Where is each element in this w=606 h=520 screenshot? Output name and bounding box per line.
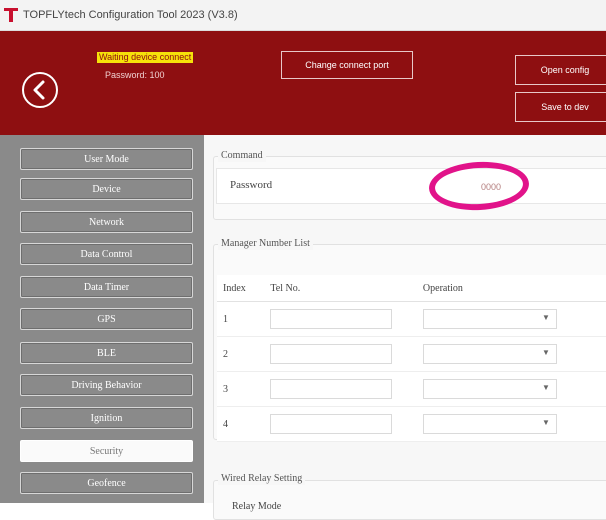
row-index: 4 <box>217 406 265 442</box>
password-status: Password: 100 <box>105 70 165 80</box>
password-label: Password <box>230 179 273 191</box>
sidebar-item-gps[interactable]: GPS <box>20 308 193 330</box>
operation-select[interactable]: ▼ <box>422 344 557 364</box>
sidebar-item-data-control[interactable]: Data Control <box>20 243 193 265</box>
app-header: Waiting device connect Password: 100 Cha… <box>0 31 606 135</box>
column-header-tel: Tel No. <box>264 275 417 302</box>
operation-select[interactable]: ▼ <box>422 379 557 399</box>
table-header-row: Index Tel No. Operation <box>217 275 606 302</box>
table-row: 3 ▼ <box>217 371 606 407</box>
chevron-down-icon: ▼ <box>541 313 550 322</box>
wired-relay-group <box>213 480 606 520</box>
row-index: 2 <box>217 336 265 372</box>
tel-input[interactable] <box>270 344 393 364</box>
back-button[interactable] <box>22 72 58 108</box>
sidebar-item-device[interactable]: Device <box>20 178 193 200</box>
change-port-button[interactable]: Change connect port <box>281 51 413 79</box>
manager-number-legend: Manager Number List <box>218 238 313 250</box>
app-logo-icon <box>4 8 18 22</box>
tel-input[interactable] <box>270 309 393 329</box>
sidebar-item-network[interactable]: Network <box>20 211 193 233</box>
window-title: TOPFLYtech Configuration Tool 2023 (V3.8… <box>23 9 238 21</box>
row-index: 1 <box>217 301 265 337</box>
sidebar-item-ble[interactable]: BLE <box>20 342 193 364</box>
chevron-down-icon: ▼ <box>541 383 550 392</box>
manager-number-table: Index Tel No. Operation 1 ▼ 2 ▼ 3 ▼ 4 ▼ <box>217 275 606 442</box>
chevron-down-icon: ▼ <box>541 418 550 427</box>
table-row: 4 ▼ <box>217 406 606 442</box>
sidebar-item-user-mode[interactable]: User Mode <box>20 148 193 170</box>
save-to-device-button[interactable]: Save to dev <box>515 92 606 122</box>
operation-select[interactable]: ▼ <box>422 309 557 329</box>
password-row: Password <box>216 168 606 204</box>
open-config-button[interactable]: Open config <box>515 55 606 85</box>
sidebar-item-ignition[interactable]: Ignition <box>20 407 193 429</box>
sidebar-item-driving-behavior[interactable]: Driving Behavior <box>20 374 193 396</box>
sidebar-item-geofence[interactable]: Geofence <box>20 472 193 494</box>
sidebar-item-data-timer[interactable]: Data Timer <box>20 276 193 298</box>
column-header-index: Index <box>217 275 265 302</box>
main-panel: Command Password Manager Number List Ind… <box>204 135 606 520</box>
sidebar-item-security[interactable]: Security <box>20 440 193 462</box>
sidebar: User Mode Device Network Data Control Da… <box>0 135 204 503</box>
connection-status: Waiting device connect <box>97 52 194 63</box>
wired-relay-legend: Wired Relay Setting <box>218 473 306 485</box>
command-legend: Command <box>218 150 266 162</box>
tel-input[interactable] <box>270 414 393 434</box>
window-titlebar: TOPFLYtech Configuration Tool 2023 (V3.8… <box>0 0 606 31</box>
table-row: 2 ▼ <box>217 336 606 372</box>
chevron-down-icon: ▼ <box>541 348 550 357</box>
tel-input[interactable] <box>270 379 393 399</box>
column-header-operation: Operation <box>416 275 606 302</box>
operation-select[interactable]: ▼ <box>422 414 557 434</box>
chevron-left-icon <box>33 80 45 100</box>
row-index: 3 <box>217 371 265 407</box>
table-row: 1 ▼ <box>217 301 606 337</box>
